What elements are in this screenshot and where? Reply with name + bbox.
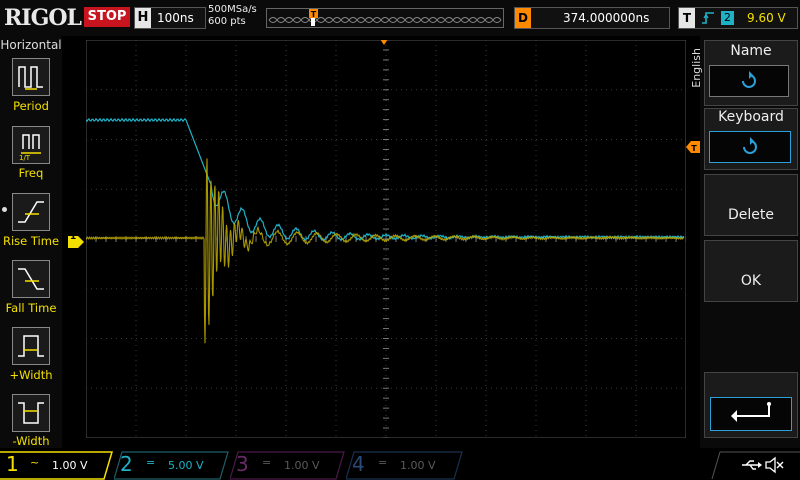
channel-4-scale: 1.00 V: [400, 459, 436, 472]
rising-edge-icon: [702, 12, 714, 24]
trigger-source-badge: 2: [721, 11, 734, 25]
rise-time-icon: [18, 201, 44, 223]
keyboard-knob-field: [709, 131, 791, 163]
memory-position-bar[interactable]: T: [266, 8, 504, 28]
channel-1-scale: 1.00 V: [52, 459, 88, 472]
name-softkey[interactable]: Name: [704, 40, 798, 106]
fall-time-button[interactable]: [12, 260, 50, 298]
freq-button[interactable]: 1/T: [12, 126, 50, 164]
rotate-knob-icon: [742, 71, 756, 88]
channel-1-number: 1: [6, 452, 19, 476]
fall-time-icon: [18, 268, 44, 290]
ok-softkey[interactable]: OK: [704, 240, 798, 302]
fall-time-label: Fall Time: [5, 301, 57, 315]
trigger-key: T: [679, 8, 695, 28]
delay-key: D: [515, 8, 531, 28]
system-status-area: [700, 448, 800, 480]
positive-width-label: +Width: [9, 368, 53, 382]
speaker-muted-icon: [765, 456, 784, 474]
positive-width-button[interactable]: [12, 327, 50, 365]
channel-3-coupling: =: [262, 456, 272, 469]
trigger-settings[interactable]: T 2 9.60 V: [678, 7, 798, 29]
keyboard-softkey[interactable]: Keyboard: [704, 108, 798, 170]
name-label: Name: [730, 43, 772, 59]
memory-depth: 600 pts: [208, 16, 246, 27]
channel-4-status[interactable]: 4 = 1.00 V: [346, 448, 464, 480]
freq-icon: 1/T: [19, 134, 41, 162]
channel-2-number: 2: [120, 452, 133, 476]
enter-softkey[interactable]: [704, 372, 798, 438]
horizontal-timebase[interactable]: H 100ns: [134, 7, 206, 29]
timebase-value: 100ns: [157, 11, 194, 25]
channel-3-scale: 1.00 V: [284, 459, 320, 472]
horizontal-key: H: [135, 8, 151, 28]
positive-width-icon: [18, 335, 44, 357]
freq-label: Freq: [18, 166, 44, 180]
delay-value: 374.000000ns: [563, 11, 650, 25]
keyboard-label: Keyboard: [718, 109, 784, 125]
trigger-position-icon: T: [309, 9, 318, 19]
memory-waveform-preview: T: [268, 9, 502, 26]
channel-1-offset-marker[interactable]: 1: [68, 232, 84, 248]
negative-width-icon: [18, 402, 44, 424]
sample-info: 500MSa/s 600 pts: [208, 4, 257, 28]
delete-softkey[interactable]: Delete: [704, 174, 798, 236]
rise-time-button[interactable]: [12, 193, 50, 231]
channel-1-coupling: ~: [30, 456, 40, 469]
svg-text:T: T: [311, 10, 317, 19]
enter-field: [710, 397, 792, 431]
usb-icon: [742, 460, 762, 470]
channel-4-coupling: =: [378, 456, 388, 469]
brand-logo: RIGOL: [4, 5, 82, 31]
svg-text:1/T: 1/T: [19, 154, 31, 162]
svg-text:T: T: [691, 144, 697, 153]
channel-3-number: 3: [236, 452, 249, 476]
channel-2-coupling: =: [146, 456, 156, 469]
name-knob-field: [709, 65, 789, 97]
enter-arrow-icon: [731, 402, 771, 422]
language-label: English: [690, 48, 703, 88]
ok-label: OK: [740, 273, 762, 289]
trigger-level-icon: T: [686, 141, 700, 153]
channel-3-status[interactable]: 3 = 1.00 V: [230, 448, 346, 480]
channel-4-number: 4: [352, 452, 365, 476]
period-label: Period: [13, 99, 49, 113]
waveform-display[interactable]: [86, 40, 686, 438]
period-button[interactable]: [12, 58, 50, 96]
delete-label: Delete: [728, 207, 774, 223]
period-icon: [18, 66, 43, 90]
run-stop-indicator[interactable]: STOP: [84, 7, 130, 27]
rotate-knob-icon: [743, 137, 757, 154]
negative-width-button[interactable]: [12, 394, 50, 432]
menu-title: Horizontal: [0, 38, 62, 52]
channel-1-status[interactable]: 1 ~ 1.00 V: [0, 448, 114, 480]
rise-time-label: Rise Time: [2, 234, 60, 248]
negative-width-label: -Width: [12, 434, 50, 448]
trigger-level: 9.60 V: [747, 11, 786, 25]
trigger-level-marker[interactable]: T: [686, 138, 700, 153]
selection-dot-icon: [2, 207, 7, 212]
sample-rate: 500MSa/s: [208, 4, 257, 15]
channel-2-scale: 5.00 V: [168, 459, 204, 472]
trigger-delay[interactable]: D 374.000000ns: [514, 7, 670, 29]
channel-2-status[interactable]: 2 = 5.00 V: [114, 448, 230, 480]
